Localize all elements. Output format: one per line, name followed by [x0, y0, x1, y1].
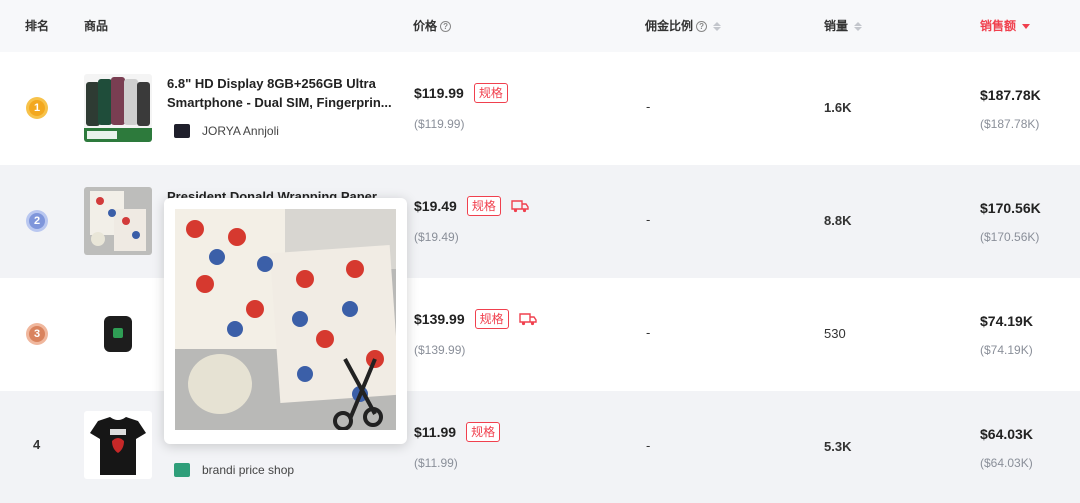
price-cell: $139.99 规格: [414, 309, 537, 329]
column-rank: 排名: [25, 0, 49, 52]
commission-value: -: [646, 325, 651, 340]
shop-logo: [174, 463, 190, 477]
sales-value: 8.8K: [824, 213, 852, 228]
column-product: 商品: [84, 0, 108, 52]
revenue-value: $170.56K: [980, 200, 1041, 216]
table-row[interactable]: 1 6.8" HD Display 8GB+256GB Ultra Smartp…: [0, 52, 1080, 165]
price-cell: $11.99 规格: [414, 422, 501, 442]
product-image[interactable]: [84, 74, 152, 142]
price-sub: ($119.99): [414, 117, 465, 131]
shop-name[interactable]: brandi price shop: [202, 463, 294, 477]
table-header: 排名 商品 价格 ? 佣金比例 ? 销量 销售额: [0, 0, 1080, 52]
price-sub: ($11.99): [414, 456, 458, 470]
product-image[interactable]: [84, 411, 152, 479]
revenue-sub: ($170.56K): [980, 230, 1040, 244]
sales-value: 1.6K: [824, 100, 852, 115]
price-cell: $19.49 规格: [414, 196, 529, 216]
product-header-label: 商品: [84, 19, 109, 33]
sort-icon[interactable]: [713, 21, 722, 31]
revenue-header-label: 销售额: [980, 19, 1017, 33]
image-preview-popup: [164, 198, 407, 444]
product-title[interactable]: 6.8" HD Display 8GB+256GB Ultra Smartpho…: [167, 74, 403, 112]
spec-button[interactable]: 规格: [466, 196, 501, 216]
revenue-value: $64.03K: [980, 426, 1033, 442]
commission-value: -: [646, 438, 651, 453]
rank-medal-gold: 1: [26, 97, 48, 119]
spec-button[interactable]: 规格: [474, 309, 509, 329]
product-image[interactable]: [84, 187, 152, 255]
column-commission[interactable]: 佣金比例 ?: [645, 0, 722, 52]
table-row[interactable]: 3 $139.99 规格 ($139.99) - 530 $74.19K ($7…: [0, 278, 1080, 391]
shop-logo: [174, 124, 190, 138]
price-cell: $119.99 规格: [414, 83, 508, 103]
shop-info[interactable]: brandi price shop: [174, 463, 294, 477]
product-image[interactable]: [84, 300, 152, 368]
price-value: $19.49: [414, 198, 457, 214]
sales-value: 5.3K: [824, 439, 852, 454]
commission-header-label: 佣金比例: [645, 19, 694, 33]
help-icon[interactable]: ?: [440, 20, 452, 32]
rank-number: 1: [29, 100, 45, 116]
spec-button[interactable]: 规格: [473, 83, 508, 103]
rank-number: 3: [29, 326, 45, 342]
revenue-value: $187.78K: [980, 87, 1041, 103]
shop-name[interactable]: JORYA Annjoli: [202, 124, 279, 138]
commission-value: -: [646, 212, 651, 227]
sort-icon[interactable]: [854, 21, 863, 31]
column-sales[interactable]: 销量: [824, 0, 863, 52]
rank-header-label: 排名: [25, 19, 50, 33]
price-value: $119.99: [414, 85, 464, 101]
rank-number: 2: [29, 213, 45, 229]
revenue-sub: ($74.19K): [980, 343, 1033, 357]
commission-value: -: [646, 99, 651, 114]
price-header-label: 价格: [413, 19, 438, 33]
price-sub: ($139.99): [414, 343, 466, 357]
price-value: $11.99: [414, 424, 457, 440]
price-sub: ($19.49): [414, 230, 459, 244]
rank-medal-silver: 2: [26, 210, 48, 232]
column-price: 价格 ?: [413, 0, 452, 52]
revenue-sub: ($64.03K): [980, 456, 1033, 470]
sales-header-label: 销量: [824, 19, 849, 33]
sales-value: 530: [824, 326, 846, 341]
table-row[interactable]: 4 brandi price shop $11.99 规格 ($11.99) -…: [0, 391, 1080, 503]
rank-number: 4: [33, 437, 41, 452]
spec-button[interactable]: 规格: [466, 422, 501, 442]
sort-desc-icon[interactable]: [1022, 23, 1031, 29]
help-icon[interactable]: ?: [696, 20, 708, 32]
free-shipping-truck-icon: [518, 313, 537, 326]
free-shipping-truck-icon: [511, 200, 529, 213]
price-value: $139.99: [414, 311, 465, 327]
revenue-value: $74.19K: [980, 313, 1033, 329]
shop-info[interactable]: JORYA Annjoli: [174, 124, 279, 138]
product-preview-image: [175, 209, 396, 430]
revenue-sub: ($187.78K): [980, 117, 1040, 131]
rank-medal-bronze: 3: [26, 323, 48, 345]
table-row[interactable]: 2 President Donald Wrapping Paper $19.49…: [0, 165, 1080, 278]
column-revenue[interactable]: 销售额: [980, 0, 1031, 52]
